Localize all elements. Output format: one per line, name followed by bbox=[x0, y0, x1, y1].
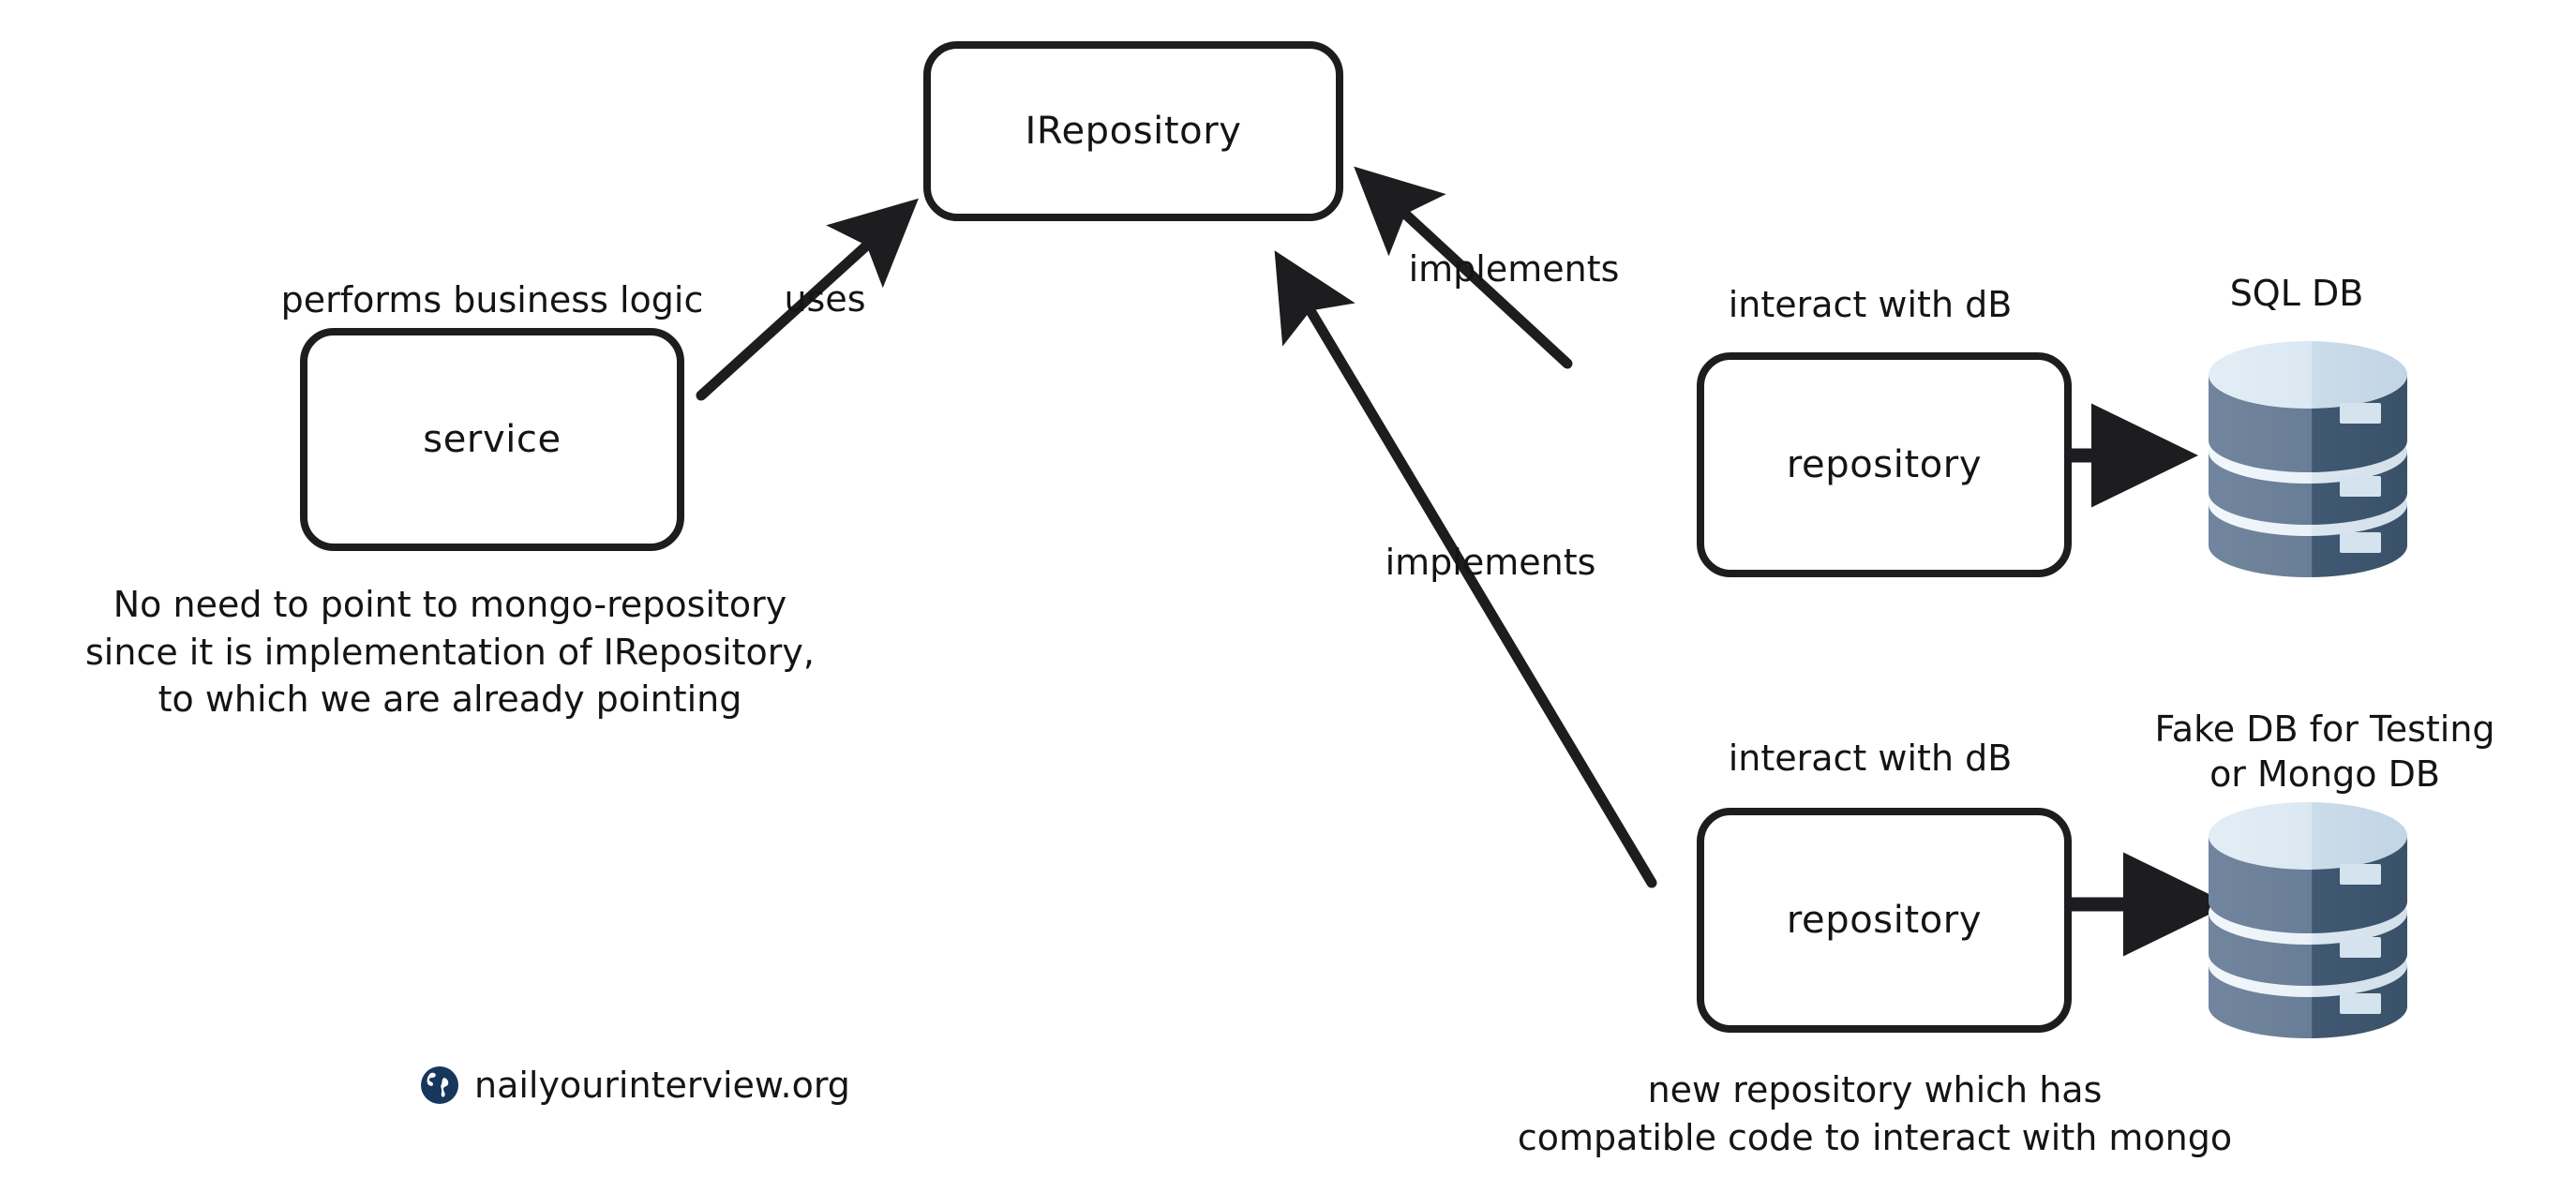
node-irepository[interactable]: IRepository bbox=[923, 41, 1343, 221]
diagram-canvas: IRepository ("uses") --> IRepository ("i… bbox=[0, 0, 2576, 1177]
edge-label-mongo-interact: interact with dB bbox=[1728, 737, 2013, 779]
mongo-database-icon bbox=[2209, 802, 2407, 1038]
edge-label-mongo-implements: implements bbox=[1385, 542, 1596, 583]
sql-database-icon bbox=[2209, 341, 2407, 577]
node-mongo-repository-label: repository bbox=[1786, 899, 1983, 942]
node-service-label: service bbox=[423, 418, 562, 461]
annotation-service-note: No need to point to mongo-repository sin… bbox=[85, 584, 815, 721]
mongo-db-title-line2: or Mongo DB bbox=[2209, 752, 2440, 795]
node-service[interactable]: service bbox=[300, 328, 684, 551]
node-mongo-repository[interactable]: repository bbox=[1697, 808, 2072, 1033]
sql-db-title: SQL DB bbox=[2229, 273, 2364, 314]
edge-label-uses: uses bbox=[784, 278, 866, 320]
footer-watermark[interactable]: nailyourinterview.org bbox=[420, 1065, 850, 1106]
annotation-service-role: performs business logic bbox=[280, 279, 704, 320]
edge-label-sql-interact: interact with dB bbox=[1728, 284, 2013, 325]
edge-label-sql-implements: implements bbox=[1408, 248, 1620, 290]
mongo-db-title-line1: Fake DB for Testing bbox=[2154, 708, 2495, 750]
mongo-db-title: Fake DB for Testing or Mongo DB bbox=[2119, 708, 2531, 797]
footer-site-label: nailyourinterview.org bbox=[474, 1065, 850, 1106]
annotation-mongo-note: new repository which has compatible code… bbox=[1517, 1069, 2233, 1158]
node-sql-repository-label: repository bbox=[1786, 443, 1983, 486]
globe-icon bbox=[421, 1066, 458, 1104]
node-irepository-label: IRepository bbox=[1025, 110, 1242, 153]
node-sql-repository[interactable]: repository bbox=[1697, 352, 2072, 577]
